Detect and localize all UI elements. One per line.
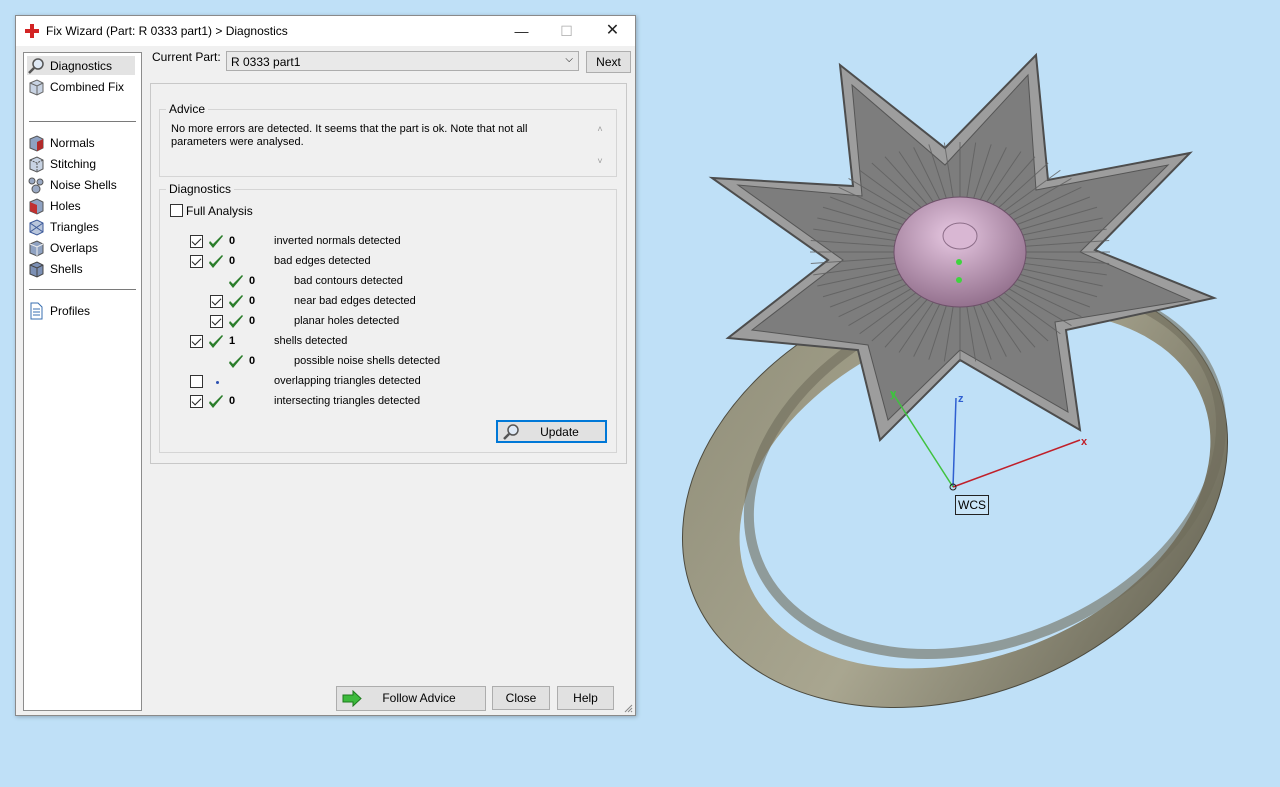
- sidebar-item-profiles[interactable]: Profiles: [27, 301, 135, 320]
- update-label: Update: [540, 425, 579, 439]
- sidebar-item-diagnostics[interactable]: Diagnostics: [27, 56, 135, 75]
- sidebar-item-noise-shells[interactable]: Noise Shells: [27, 175, 135, 194]
- sidebar-item-label: Overlaps: [50, 240, 99, 255]
- advice-textbox: No more errors are detected. It seems th…: [167, 120, 607, 172]
- sidebar-item-label: Normals: [50, 135, 95, 150]
- next-button[interactable]: Next: [586, 51, 631, 73]
- full-analysis-checkbox[interactable]: [170, 204, 183, 217]
- not-analysed-icon: [216, 381, 219, 384]
- maximize-button[interactable]: ☐: [544, 16, 589, 46]
- diagnostic-text: planar holes detected: [294, 315, 400, 327]
- sidebar-item-label: Shells: [50, 261, 83, 276]
- sidebar-item-label: Profiles: [50, 303, 91, 318]
- checkmark-icon: [229, 275, 243, 288]
- sidebar-item-label: Triangles: [50, 219, 99, 234]
- diagnostic-count: 1: [229, 335, 236, 347]
- magnifier-icon: [28, 57, 44, 74]
- diagnostic-text: bad contours detected: [294, 275, 403, 287]
- sidebar-item-label: Noise Shells: [50, 177, 117, 192]
- magnifier-icon: [503, 424, 519, 440]
- fix-wizard-dialog: Fix Wizard (Part: R 0333 part1) > Diagno…: [15, 15, 636, 716]
- shells-cube-icon: [29, 260, 44, 278]
- scroll-up-icon[interactable]: ˄: [595, 124, 605, 134]
- diagnostic-checkbox[interactable]: [190, 375, 203, 388]
- axis-z-label: z: [958, 393, 964, 405]
- sidebar-item-combined-fix[interactable]: Combined Fix: [27, 77, 135, 96]
- window-title: Fix Wizard (Part: R 0333 part1) > Diagno…: [46, 24, 288, 38]
- diagnostic-checkbox[interactable]: [190, 395, 203, 408]
- diagnostic-text: intersecting triangles detected: [274, 395, 421, 407]
- stitching-cube-icon: [29, 155, 44, 173]
- full-analysis-label: Full Analysis: [186, 204, 253, 218]
- diagnostic-checkbox[interactable]: [210, 315, 223, 328]
- normals-cube-icon: [29, 134, 44, 152]
- advice-text: No more errors are detected. It seems th…: [171, 123, 528, 148]
- help-button[interactable]: Help: [557, 686, 614, 710]
- wcs-label: WCS: [955, 495, 989, 515]
- diagnostic-count: 0: [229, 395, 236, 407]
- follow-advice-label: Follow Advice: [382, 691, 456, 705]
- diagnostic-text: shells detected: [274, 335, 348, 347]
- diagnostics-legend: Diagnostics: [166, 182, 235, 196]
- current-part-label: Current Part:: [152, 50, 221, 64]
- nav-divider: [29, 121, 136, 122]
- diagnostic-count: 0: [249, 355, 256, 367]
- update-button[interactable]: Update: [496, 420, 607, 443]
- diagnostic-count: 0: [229, 235, 236, 247]
- checkmark-icon: [209, 235, 223, 248]
- diagnostic-text: bad edges detected: [274, 255, 371, 267]
- sidebar-item-label: Stitching: [50, 156, 97, 171]
- close-button[interactable]: Close: [492, 686, 550, 710]
- checkmark-icon: [209, 335, 223, 348]
- close-window-button[interactable]: ✕: [590, 16, 635, 46]
- arrow-right-icon: [342, 690, 362, 707]
- scroll-down-icon[interactable]: ˅: [595, 156, 605, 166]
- diagnostic-count: 0: [249, 315, 256, 327]
- sidebar-item-shells[interactable]: Shells: [27, 259, 135, 278]
- diagnostic-count: 0: [249, 295, 256, 307]
- sidebar-item-stitching[interactable]: Stitching: [27, 154, 135, 173]
- diagnostic-checkbox[interactable]: [190, 255, 203, 268]
- diagnostic-text: near bad edges detected: [294, 295, 416, 307]
- diagnostic-checkbox[interactable]: [190, 335, 203, 348]
- holes-cube-icon: [29, 197, 44, 215]
- document-icon: [30, 302, 43, 319]
- triangles-cube-icon: [29, 218, 44, 236]
- checkmark-icon: [209, 255, 223, 268]
- sidebar-item-triangles[interactable]: Triangles: [27, 217, 135, 236]
- diagnostic-text: overlapping triangles detected: [274, 375, 421, 387]
- diagnostic-checkbox[interactable]: [190, 235, 203, 248]
- cube-icon: [29, 78, 44, 96]
- resize-grip-icon[interactable]: [623, 703, 633, 713]
- sidebar-item-label: Diagnostics: [50, 58, 113, 73]
- diagnostic-text: inverted normals detected: [274, 235, 401, 247]
- sidebar-item-label: Holes: [50, 198, 81, 213]
- sidebar-nav: Diagnostics Combined Fix Normals Stitchi…: [23, 52, 142, 711]
- sidebar-item-normals[interactable]: Normals: [27, 133, 135, 152]
- current-part-select[interactable]: R 0333 part1 ⌵: [226, 51, 579, 71]
- title-bar[interactable]: Fix Wizard (Part: R 0333 part1) > Diagno…: [16, 16, 635, 46]
- sidebar-item-overlaps[interactable]: Overlaps: [27, 238, 135, 257]
- noise-shells-icon: [28, 177, 44, 193]
- diagnostic-checkbox[interactable]: [210, 295, 223, 308]
- diagnostic-count: 0: [229, 255, 236, 267]
- axis-y-label: y: [890, 388, 897, 400]
- chevron-down-icon: ⌵: [565, 54, 573, 65]
- sidebar-item-label: Combined Fix: [50, 79, 125, 94]
- overlaps-cube-icon: [29, 239, 44, 257]
- nav-divider: [29, 289, 136, 290]
- follow-advice-button[interactable]: Follow Advice: [336, 686, 486, 711]
- current-part-value: R 0333 part1: [231, 55, 301, 69]
- diagnostic-text: possible noise shells detected: [294, 355, 441, 367]
- app-cross-icon: [25, 24, 39, 38]
- checkmark-icon: [209, 395, 223, 408]
- sidebar-item-holes[interactable]: Holes: [27, 196, 135, 215]
- advice-legend: Advice: [166, 102, 209, 116]
- minimize-button[interactable]: —: [499, 16, 544, 46]
- checkmark-icon: [229, 355, 243, 368]
- diagnostic-count: 0: [249, 275, 256, 287]
- checkmark-icon: [229, 295, 243, 308]
- checkmark-icon: [229, 315, 243, 328]
- axis-x-label: x: [1081, 436, 1088, 448]
